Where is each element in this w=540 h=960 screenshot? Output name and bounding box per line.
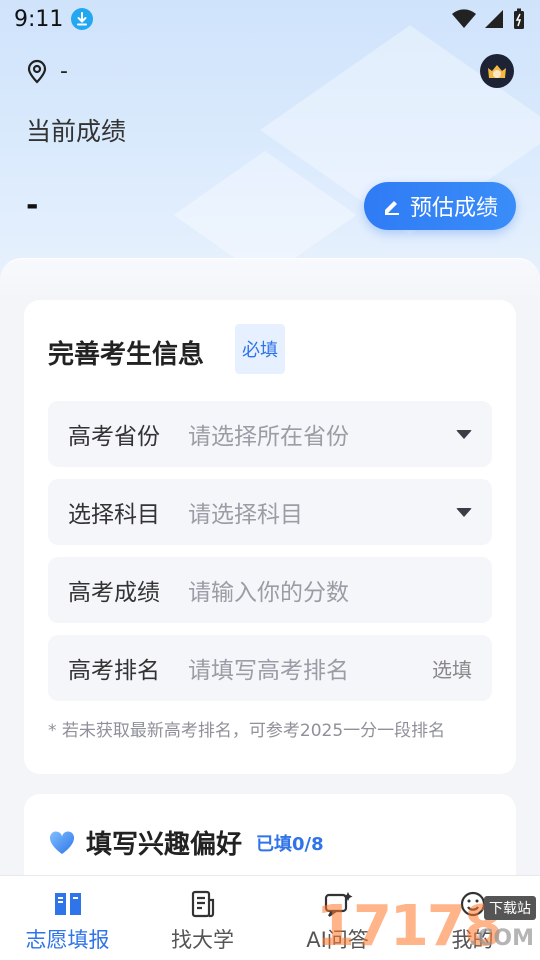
location-pin-icon [27, 59, 47, 84]
signal-icon [485, 10, 503, 28]
filled-progress: 已填0/8 [256, 830, 324, 856]
tab-find-university[interactable]: 找大学 [135, 876, 270, 960]
battery-icon [514, 8, 524, 29]
download-icon [71, 8, 94, 30]
field-label: 高考省份 [68, 424, 160, 450]
filled-count: 0/8 [292, 833, 324, 855]
location-value: - [60, 58, 68, 84]
wifi-icon [452, 9, 476, 28]
field-label: 选择科目 [68, 502, 160, 528]
watermark-suffix: .COM [468, 926, 534, 951]
edit-icon [384, 201, 399, 215]
profile-card-title: 完善考生信息 [48, 340, 205, 370]
rank-hint: * 若未获取最新高考排名，可参考2025一分一段排名 [48, 721, 446, 741]
tab-label: 找大学 [171, 928, 234, 952]
interest-card-title: 填写兴趣偏好 [86, 830, 243, 860]
optional-label: 选填 [432, 657, 472, 682]
chevron-down-icon [456, 507, 472, 517]
watermark-logo: 17178 下载站 .COM [310, 890, 540, 960]
status-bar: 9:11 [0, 0, 540, 38]
chevron-down-icon [456, 429, 472, 439]
filled-label: 已填 [256, 833, 293, 855]
profile-info-card: 完善考生信息 必填 高考省份 请选择所在省份 选择科目 请选择科目 高考成绩 请… [24, 300, 516, 774]
tab-volunteer-fill[interactable]: 志愿填报 [0, 876, 135, 960]
field-label: 高考成绩 [68, 580, 160, 606]
required-badge: 必填 [235, 324, 285, 374]
estimate-score-button[interactable]: 预估成绩 [364, 182, 516, 230]
document-icon [191, 890, 214, 918]
field-placeholder: 请选择所在省份 [188, 424, 349, 450]
header-background [0, 0, 540, 300]
current-score-value: - [26, 188, 39, 223]
field-placeholder: 请填写高考排名 [188, 658, 349, 684]
heart-icon [49, 830, 75, 854]
avatar[interactable] [480, 54, 514, 88]
field-placeholder: 请输入你的分数 [188, 580, 349, 606]
field-placeholder: 请选择科目 [188, 502, 303, 528]
current-score-label: 当前成绩 [26, 117, 127, 146]
province-select[interactable]: 高考省份 请选择所在省份 [48, 401, 492, 467]
user-avatar-icon [488, 65, 506, 78]
subject-select[interactable]: 选择科目 请选择科目 [48, 479, 492, 545]
book-icon [54, 893, 81, 915]
watermark-tag: 下载站 [484, 896, 536, 920]
field-label: 高考排名 [68, 658, 160, 684]
tab-label: 志愿填报 [25, 928, 110, 952]
location-selector[interactable]: - [26, 58, 68, 84]
estimate-score-label: 预估成绩 [409, 196, 498, 221]
rank-input[interactable]: 高考排名 请填写高考排名 选填 [48, 635, 492, 701]
score-input[interactable]: 高考成绩 请输入你的分数 [48, 557, 492, 623]
status-time: 9:11 [14, 6, 64, 32]
